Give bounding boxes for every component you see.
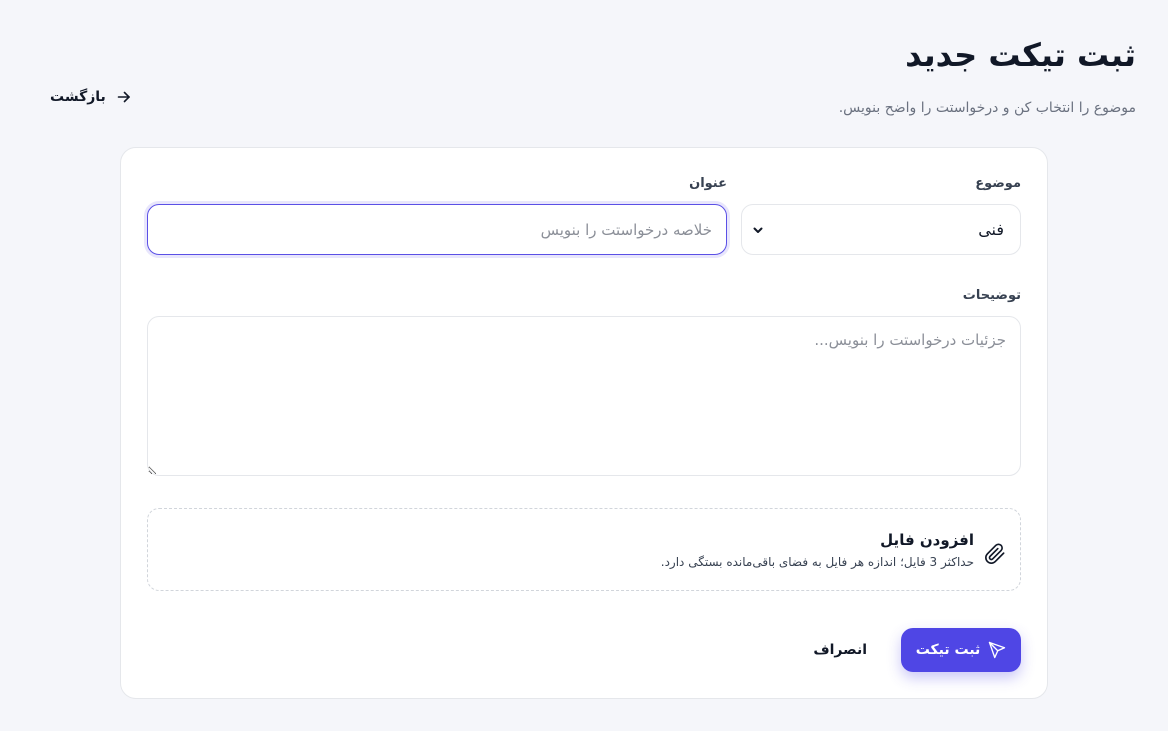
- send-icon: [988, 641, 1006, 659]
- attachment-hint: حداکثر 3 فایل؛ اندازه هر فایل به فضای با…: [660, 554, 974, 569]
- subject-select-value: فنی: [978, 220, 1004, 239]
- cancel-button[interactable]: انصراف: [805, 628, 875, 672]
- chevron-down-icon: [752, 224, 764, 236]
- subject-label: موضوع: [975, 176, 1021, 191]
- page-title: ثبت تیکت جدید: [905, 36, 1136, 74]
- page-subtitle: موضوع را انتخاب کن و درخواستت را واضح بن…: [838, 100, 1136, 116]
- attachment-dropzone[interactable]: افزودن فایل حداکثر 3 فایل؛ اندازه هر فای…: [147, 508, 1021, 591]
- title-input[interactable]: [147, 204, 727, 255]
- submit-ticket-label: ثبت تیکت: [915, 642, 981, 658]
- title-label: عنوان: [689, 176, 727, 191]
- arrow-right-icon: [116, 89, 132, 105]
- paperclip-icon: [984, 542, 1006, 565]
- subject-select[interactable]: فنی: [741, 204, 1021, 255]
- back-link-label: بازگشت: [50, 89, 106, 105]
- description-label: توضیحات: [962, 288, 1021, 303]
- attachment-text: افزودن فایل حداکثر 3 فایل؛ اندازه هر فای…: [661, 531, 974, 569]
- ticket-form-card: موضوع فنی عنوان توضیحات افزودن فایل حداک…: [120, 147, 1048, 699]
- page: ثبت تیکت جدید موضوع را انتخاب کن و درخوا…: [0, 0, 1168, 731]
- description-textarea[interactable]: [147, 316, 1021, 476]
- back-link[interactable]: بازگشت: [50, 89, 132, 105]
- submit-ticket-button[interactable]: ثبت تیکت: [901, 628, 1021, 672]
- attachment-title: افزودن فایل: [880, 530, 974, 549]
